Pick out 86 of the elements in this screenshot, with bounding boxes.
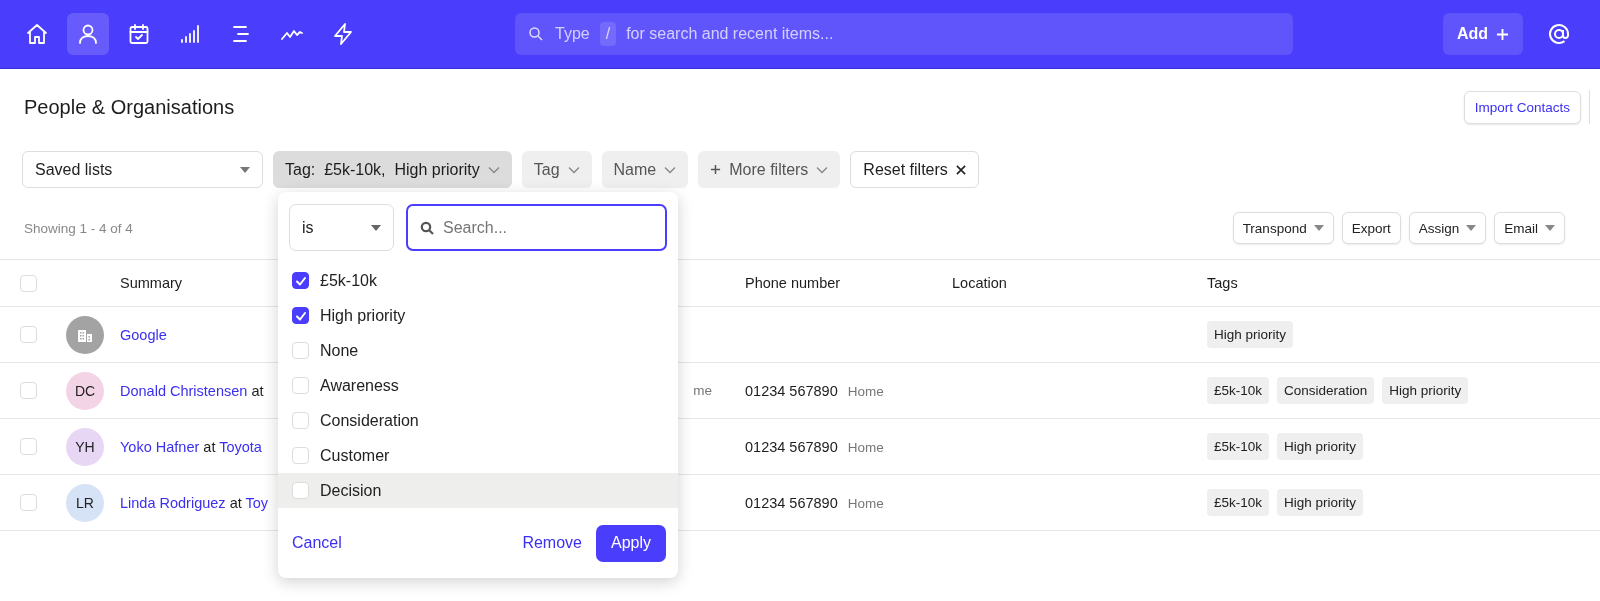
checkbox[interactable] [292,307,309,324]
phone-number: 01234 567890 [745,494,838,511]
action-button[interactable]: Export [1341,212,1401,244]
chevron-down-icon [664,165,677,174]
operator-select[interactable]: is [289,204,394,251]
checkbox[interactable] [292,272,309,289]
tag: High priority [1277,489,1364,516]
joiner-text: at [229,494,242,511]
reset-filters-button[interactable]: Reset filters [850,151,979,188]
filter-chip[interactable]: Tag: £5k-10k, High priority [273,151,512,188]
tag-option[interactable]: £5k-10k [278,263,678,298]
column-header: Location [952,275,1008,291]
phone-type: Home [847,495,884,511]
organisation-link[interactable]: Toy [245,494,269,511]
remove-button[interactable]: Remove [522,534,582,552]
plus-icon [710,164,722,175]
phone-type: Home [847,439,884,455]
caret-icon [1466,225,1477,231]
calendar-check-icon [127,22,151,46]
tag-option[interactable]: Decision [278,473,678,508]
tag: High priority [1382,377,1469,404]
filter-chip[interactable]: Tag [521,151,592,188]
contact-link[interactable]: Google [120,326,167,343]
tag: £5k-10k [1207,377,1270,404]
tag: High priority [1207,321,1294,348]
search-field[interactable]: Search... [406,204,667,251]
tag-option[interactable]: Customer [278,438,678,473]
tag-option[interactable]: None [278,333,678,368]
search-field[interactable]: Type / for search and recent items... [515,13,1293,55]
add-button[interactable]: Add [1443,13,1524,55]
phone-number: 01234 567890 [745,438,838,455]
organisation-link[interactable]: Toyota [219,438,262,455]
tag: £5k-10k [1207,489,1270,516]
chevron-down-icon [816,165,829,174]
avatar: DC [66,371,104,410]
plus-icon [1496,27,1510,41]
chevron-down-icon [567,165,580,174]
filter-chip[interactable]: Name [601,151,689,188]
tag: Consideration [1277,377,1375,404]
column-header: Tags [1207,275,1238,291]
avatar: YH [66,427,104,466]
action-button[interactable]: Transpond [1232,212,1334,244]
joiner-text: at [203,438,216,455]
phone-type: Home [847,383,884,399]
action-button[interactable]: Email [1494,212,1565,244]
cancel-button[interactable]: Cancel [292,534,342,552]
saved-lists-select[interactable]: Saved lists [22,151,263,188]
filter-chip[interactable]: More filters [698,151,841,188]
page-title: People & Organisations [24,95,235,119]
caret-icon [371,224,381,231]
caret-icon [1545,225,1555,231]
tag: High priority [1277,433,1364,460]
tag-option[interactable]: Awareness [278,368,678,403]
chevron-down-icon [487,165,500,174]
joiner-text: at [251,382,264,399]
check-icon [294,309,307,322]
search-icon [527,25,545,43]
search-hint: Type [555,25,590,43]
tag-option[interactable]: Consideration [278,403,678,438]
apply-button[interactable]: Apply [595,524,666,562]
shortcut-key: / [599,22,617,46]
person-icon [76,22,100,46]
search-icon [420,221,434,235]
lightning-icon [331,22,355,46]
contact-link[interactable]: Linda Rodriguez [120,494,226,511]
signal-bars-icon [178,22,202,46]
caret-icon [1313,225,1324,231]
table-cell: me [693,383,712,398]
action-button[interactable]: Assign [1408,212,1487,244]
check-icon [294,274,307,287]
at-sign-icon [1547,22,1572,46]
result-count: Showing 1 - 4 of 4 [24,220,133,236]
column-header: Phone number [744,275,842,291]
caret-icon [240,166,250,173]
search-hint: for search and recent items... [626,25,834,43]
avatar: LR [66,483,104,522]
contact-link[interactable]: Donald Christensen [120,382,248,399]
tag-option[interactable]: High priority [278,298,678,333]
contact-link[interactable]: Yoko Hafner [120,438,200,455]
tag: £5k-10k [1207,433,1270,460]
column-header: Summary [120,275,183,291]
nav-item[interactable] [67,13,109,55]
import-contacts-button[interactable]: Import Contacts [1463,90,1581,124]
phone-number: 01234 567890 [745,382,838,399]
home-icon [25,22,49,46]
close-icon [955,164,966,175]
